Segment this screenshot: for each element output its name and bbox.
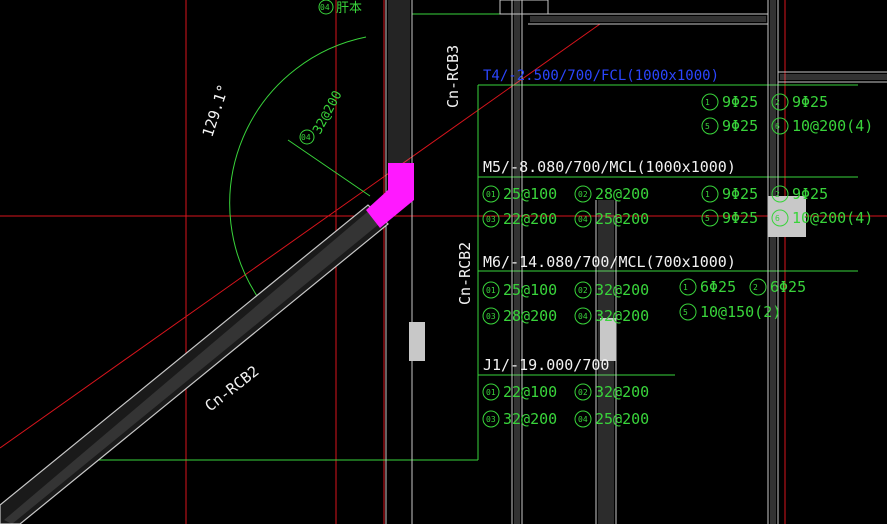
column-joint[interactable] bbox=[366, 163, 414, 228]
section-frame bbox=[88, 13, 858, 461]
section-2-right-2a-value: 9Φ25 bbox=[722, 209, 758, 227]
dimension-tag: 04 bbox=[301, 133, 311, 142]
section-title-2: M5/-8.080/700/MCL(1000x1000) bbox=[483, 158, 736, 176]
section-2-right-1a-tag: 1 bbox=[705, 190, 710, 199]
column-block[interactable] bbox=[409, 322, 425, 361]
section-2-left-1b-tag: 02 bbox=[578, 190, 588, 199]
section-4-left-1a-tag: 01 bbox=[486, 388, 496, 397]
top-annotation: 04 肝本 bbox=[318, 0, 362, 16]
section-2-right-1a-value: 9Φ25 bbox=[722, 185, 758, 203]
section-title-1: T4/-2.500/700/FCL(1000x1000) bbox=[483, 68, 719, 84]
section-4-left-2b-value: 25@200 bbox=[595, 410, 649, 428]
section-3-left-2a-value: 28@200 bbox=[503, 307, 557, 325]
cad-drawing[interactable]: 129.1° Cn-RCB3 Cn-RCB2 Cn-RCB2 04 32@200… bbox=[0, 0, 887, 524]
diagonal-beam bbox=[0, 204, 389, 524]
beam-label-rcb2-vertical: Cn-RCB2 bbox=[456, 242, 474, 305]
section-3-right-1a-tag: 1 bbox=[683, 283, 688, 292]
section-3-right-1b-value: 6Φ25 bbox=[770, 278, 806, 296]
section-3-left-1b-tag: 02 bbox=[578, 286, 588, 295]
section-1-right-1a-tag: 1 bbox=[705, 98, 710, 107]
section-1-right-2b-tag: 6 bbox=[775, 122, 780, 131]
dimension-label: 32@200 bbox=[310, 88, 345, 137]
section-1-right-2a-tag: 5 bbox=[705, 122, 710, 131]
section-3-right-1a-value: 6Φ25 bbox=[700, 278, 736, 296]
section-2-left-1a-value: 25@100 bbox=[503, 185, 557, 203]
dimension-annotation: 04 32@200 bbox=[299, 88, 346, 145]
section-2-right-1b-tag: 2 bbox=[775, 190, 780, 199]
section-3-left-2b-tag: 04 bbox=[578, 312, 588, 321]
section-2-left-2b-value: 25@200 bbox=[595, 210, 649, 228]
section-2-left-2a-tag: 03 bbox=[486, 215, 496, 224]
section-4-left-1a-value: 22@100 bbox=[503, 383, 557, 401]
svg-text:肝本: 肝本 bbox=[336, 1, 362, 16]
section-3-right-1b-tag: 2 bbox=[753, 283, 758, 292]
beam-label-rcb2-diagonal: Cn-RCB2 bbox=[201, 362, 262, 415]
section-2-right-1b-value: 9Φ25 bbox=[792, 185, 828, 203]
section-3-left-1b-value: 32@200 bbox=[595, 281, 649, 299]
section-2-left-1a-tag: 01 bbox=[486, 190, 496, 199]
section-title-4: J1/-19.000/700 bbox=[483, 356, 609, 374]
section-3-left-1a-tag: 01 bbox=[486, 286, 496, 295]
section-2-left-2b-tag: 04 bbox=[578, 215, 588, 224]
section-1-right-2b-value: 10@200(4) bbox=[792, 117, 873, 135]
section-2-left-2a-value: 22@200 bbox=[503, 210, 557, 228]
section-2-right-2b-tag: 6 bbox=[775, 214, 780, 223]
section-2-right-2b-value: 10@200(4) bbox=[792, 209, 873, 227]
section-3-left-1a-value: 25@100 bbox=[503, 281, 557, 299]
section-3-left-2b-value: 32@200 bbox=[595, 307, 649, 325]
beam-label-rcb3: Cn-RCB3 bbox=[444, 45, 462, 108]
section-3-right-2a-tag: 5 bbox=[683, 308, 688, 317]
section-tables: T4/-2.500/700/FCL(1000x1000) 1 9Φ25 2 9Φ25 5 9… bbox=[482, 68, 873, 428]
section-1-right-2a-value: 9Φ25 bbox=[722, 117, 758, 135]
section-4-left-2b-tag: 04 bbox=[578, 415, 588, 424]
cad-drawing-canvas[interactable]: 129.1° Cn-RCB3 Cn-RCB2 Cn-RCB2 04 32@200… bbox=[0, 0, 887, 524]
dimension-leader bbox=[287, 139, 371, 197]
section-3-left-2a-tag: 03 bbox=[486, 312, 496, 321]
section-4-left-2a-tag: 03 bbox=[486, 415, 496, 424]
section-1-right-1b-value: 9Φ25 bbox=[792, 93, 828, 111]
section-1-right-1a-value: 9Φ25 bbox=[722, 93, 758, 111]
section-4-left-1b-value: 32@200 bbox=[595, 383, 649, 401]
section-4-left-1b-tag: 02 bbox=[578, 388, 588, 397]
section-1-right-1b-tag: 2 bbox=[775, 98, 780, 107]
section-title-3: M6/-14.080/700/MCL(700x1000) bbox=[483, 253, 736, 271]
section-4-left-2a-value: 32@200 bbox=[503, 410, 557, 428]
svg-text:04: 04 bbox=[320, 3, 330, 12]
angle-label: 129.1° bbox=[199, 82, 233, 139]
section-3-right-2a-value: 10@150(2) bbox=[700, 303, 781, 321]
section-2-right-2a-tag: 5 bbox=[705, 214, 710, 223]
section-2-left-1b-value: 28@200 bbox=[595, 185, 649, 203]
